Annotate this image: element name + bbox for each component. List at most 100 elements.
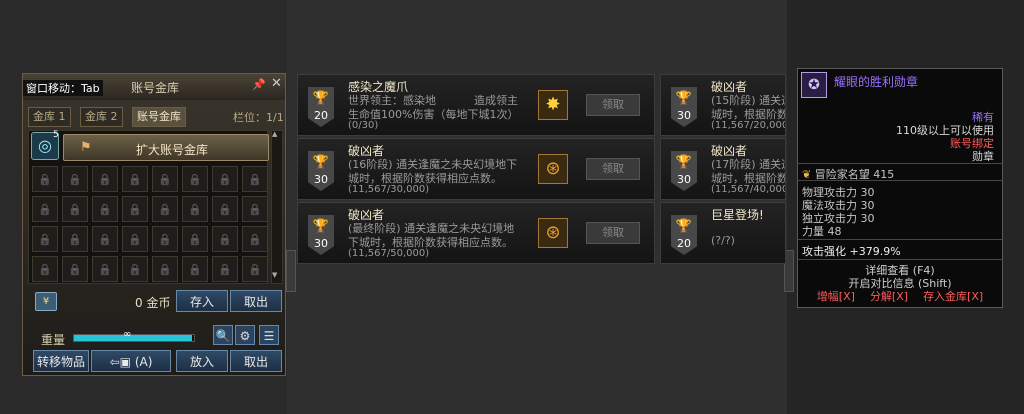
trophy-icon: 🏆 <box>675 155 693 170</box>
lock-icon: 🔒 <box>218 173 232 186</box>
put-in-button[interactable]: 放入 <box>176 350 228 372</box>
locked-slot[interactable]: 🔒 <box>212 166 238 192</box>
lock-icon: 🔒 <box>188 233 202 246</box>
locked-slot[interactable]: 🔒 <box>62 196 88 222</box>
deposit-button[interactable]: 存入 <box>176 290 228 312</box>
locked-slot[interactable]: 🔒 <box>92 196 118 222</box>
trophy-icon: 🏆 <box>312 155 330 170</box>
lock-icon: 🔒 <box>68 203 82 216</box>
locked-slot[interactable]: 🔒 <box>212 256 238 282</box>
locked-slot[interactable]: 🔒 <box>92 166 118 192</box>
locked-slot[interactable]: 🔒 <box>152 256 178 282</box>
locked-slot[interactable]: 🔒 <box>122 256 148 282</box>
storage-badge-count: 5 <box>53 130 59 140</box>
locked-slot[interactable]: 🔒 <box>62 166 88 192</box>
tab-warehouse-1[interactable]: 金库 1 <box>28 107 71 127</box>
trophy-badge: 🏆 30 <box>671 151 697 191</box>
locked-slot[interactable]: 🔒 <box>92 256 118 282</box>
trophy-badge: 🏆 30 <box>308 215 334 255</box>
claim-button[interactable]: 领取 <box>586 158 640 180</box>
emblem-icon[interactable]: ⊛ <box>538 154 568 184</box>
lock-icon: 🔒 <box>218 263 232 276</box>
transfer-arrow-icon: ⇦▣ <box>109 355 135 369</box>
locked-slot[interactable]: 🔒 <box>182 166 208 192</box>
tab-warehouse-2[interactable]: 金库 2 <box>80 107 123 127</box>
money-bag-icon[interactable]: ¥ <box>35 292 57 311</box>
achievement-progress: (11,567/30,000) <box>348 184 430 195</box>
item-name: 耀眼的胜利勋章 <box>834 75 919 89</box>
transfer-items-button[interactable]: 转移物品 <box>33 350 89 372</box>
achievement-progress: (11,567/50,000) <box>348 248 430 259</box>
locked-slot[interactable]: 🔒 <box>242 226 268 252</box>
grid-scrollbar[interactable] <box>271 130 283 284</box>
locked-slot[interactable]: 🔒 <box>32 256 58 282</box>
claim-button[interactable]: 领取 <box>586 94 640 116</box>
locked-slot[interactable]: 🔒 <box>92 226 118 252</box>
locked-slot[interactable]: 🔒 <box>62 226 88 252</box>
locked-slot[interactable]: 🔒 <box>242 256 268 282</box>
disassemble-action[interactable]: 分解[X] <box>870 290 908 303</box>
weight-label: 重量 <box>41 333 66 347</box>
withdraw-button[interactable]: 取出 <box>230 290 282 312</box>
expand-warehouse-button[interactable]: ⚑ 扩大账号金库 <box>63 134 269 161</box>
store-in-vault-action[interactable]: 存入金库[X] <box>923 290 983 303</box>
locked-slot[interactable]: 🔒 <box>212 196 238 222</box>
gold-unit: 金币 <box>146 296 171 310</box>
scroll-up-arrow-icon[interactable]: ▲ <box>272 130 277 138</box>
trophy-icon: 🏆 <box>312 219 330 234</box>
attack-enhance: 攻击强化 +379.9% <box>802 245 901 258</box>
locked-slot[interactable]: 🔒 <box>122 196 148 222</box>
gear-icon[interactable]: ⚙ <box>235 325 255 345</box>
scroll-down-arrow-icon[interactable]: ▼ <box>272 271 277 279</box>
lock-icon: 🔒 <box>98 233 112 246</box>
trophy-icon: 🏆 <box>675 219 693 234</box>
claim-button[interactable]: 领取 <box>586 222 640 244</box>
locked-slot[interactable]: 🔒 <box>152 166 178 192</box>
close-icon[interactable]: ✕ <box>271 76 282 91</box>
emblem-icon[interactable]: ⊛ <box>538 218 568 248</box>
star-burst-icon[interactable]: ✸ <box>538 90 568 120</box>
take-out-button[interactable]: 取出 <box>230 350 282 372</box>
achievement-progress: (11,567/40,000) <box>711 184 786 195</box>
locked-slot[interactable]: 🔒 <box>182 256 208 282</box>
lock-icon: 🔒 <box>218 233 232 246</box>
pin-icon[interactable]: 📌 <box>252 78 266 91</box>
locked-slot[interactable]: 🔒 <box>122 226 148 252</box>
lock-icon: 🔒 <box>128 233 142 246</box>
stat-strength: 力量 48 <box>802 225 842 238</box>
locked-slot[interactable]: 🔒 <box>62 256 88 282</box>
medal-icon: ✪ <box>801 72 827 98</box>
left-panel-collapse-handle[interactable] <box>286 250 296 292</box>
locked-slot[interactable]: 🔒 <box>152 226 178 252</box>
tooltip-action-row: 增幅[X] 分解[X] 存入金库[X] <box>798 288 1002 304</box>
weight-value: ∞ <box>123 329 132 340</box>
locked-slot[interactable]: 🔒 <box>152 196 178 222</box>
lock-icon: 🔒 <box>188 203 202 216</box>
lock-icon: 🔒 <box>158 263 172 276</box>
locked-slot[interactable]: 🔒 <box>242 196 268 222</box>
lock-icon: 🔒 <box>248 173 262 186</box>
lock-icon: 🔒 <box>38 233 52 246</box>
trophy-badge: 🏆 30 <box>308 151 334 191</box>
locked-slot[interactable]: 🔒 <box>212 226 238 252</box>
locked-slot[interactable]: 🔒 <box>32 196 58 222</box>
tooltip-divider <box>798 259 1002 260</box>
locked-slot[interactable]: 🔒 <box>182 196 208 222</box>
achievement-card: 🏆 30 破凶者 (17阶段) 通关逢 城时，根据阶数 (11,567/40,000) <box>660 138 786 200</box>
tab-account-warehouse[interactable]: 账号金库 <box>132 107 186 127</box>
lock-icon: 🔒 <box>38 263 52 276</box>
locked-slot[interactable]: 🔒 <box>32 166 58 192</box>
transfer-shortcut-button[interactable]: ⇦▣ (A) <box>91 350 171 372</box>
locked-slot[interactable]: 🔒 <box>32 226 58 252</box>
amplify-action[interactable]: 增幅[X] <box>817 290 855 303</box>
achievement-progress: (11,567/20,000) <box>711 120 786 131</box>
locked-slot[interactable]: 🔒 <box>182 226 208 252</box>
locked-slot[interactable]: 🔒 <box>242 166 268 192</box>
lock-icon: 🔒 <box>38 203 52 216</box>
locked-slot[interactable]: 🔒 <box>122 166 148 192</box>
lock-icon: 🔒 <box>218 203 232 216</box>
search-icon[interactable]: 🔍 <box>213 325 233 345</box>
list-icon[interactable]: ☰ <box>259 325 279 345</box>
achievement-card: 🏆 20 感染之魔爪 世界领主：感染地 造成领主 生命值100%伤害（每地下城1次） (0/… <box>297 74 655 136</box>
achievement-points: 30 <box>314 237 328 250</box>
